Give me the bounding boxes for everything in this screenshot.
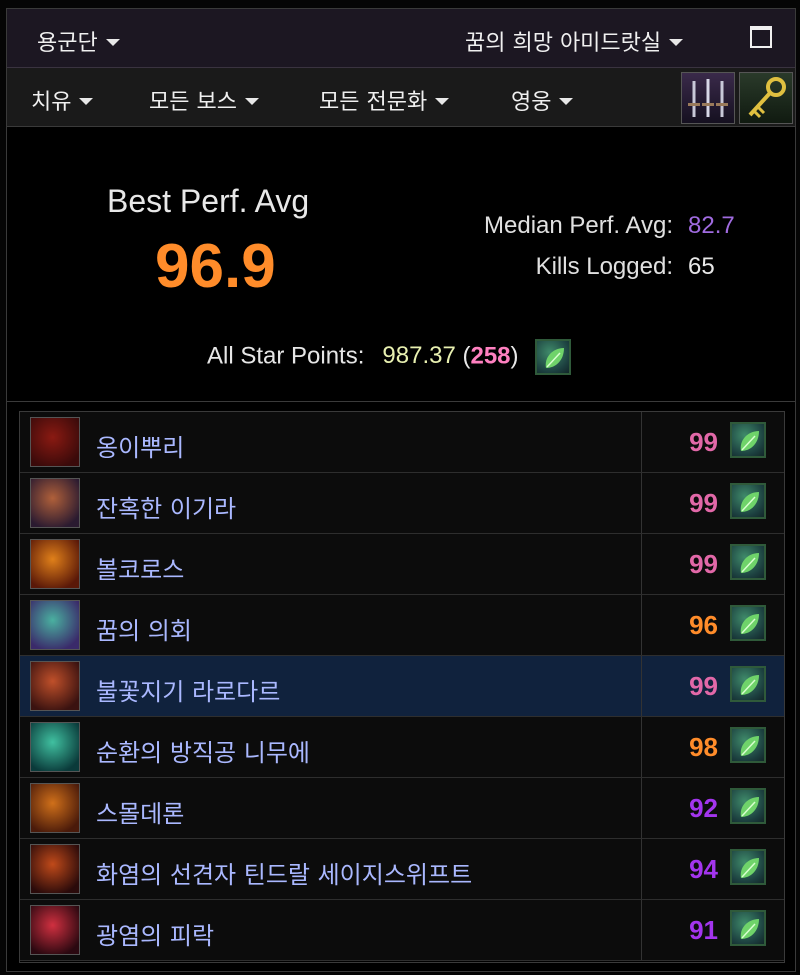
spec-leaf-icon[interactable]: [535, 339, 572, 375]
all-star-points: All Star Points: 987.37 (258): [207, 339, 572, 375]
filter-bar: 치유 모든 보스 모든 전문화 영웅: [7, 68, 795, 127]
spec-leaf-icon[interactable]: [730, 788, 766, 824]
boss-score: 96: [689, 610, 718, 640]
spec-leaf-icon[interactable]: [730, 544, 766, 580]
chevron-down-icon: [244, 98, 259, 105]
boss-row[interactable]: 스몰데론 92: [20, 778, 784, 839]
boss-name[interactable]: 스몰데론: [96, 794, 184, 829]
chevron-down-icon: [559, 98, 574, 105]
boss-portrait-icon: [30, 722, 80, 772]
boss-row[interactable]: 광염의 피락 91: [20, 900, 784, 961]
boss-portrait-icon: [30, 539, 80, 589]
difficulty-dropdown[interactable]: 영웅: [511, 84, 574, 116]
paren-close: ): [510, 342, 519, 370]
boss-portrait-icon: [30, 600, 80, 650]
chevron-down-icon: [669, 39, 684, 46]
boss-rankings-list: 옹이뿌리 99 잔혹한 이기라 99 볼코로스 99 꿈의 의회 96 불꽃지기 라로다르 99 순…: [19, 411, 785, 963]
boss-score: 91: [689, 915, 718, 945]
spec-leaf-icon[interactable]: [730, 483, 766, 519]
column-divider: [641, 839, 642, 899]
key-icon[interactable]: [739, 72, 793, 124]
boss-portrait-icon: [30, 905, 80, 955]
median-perf-label: Median Perf. Avg:: [484, 212, 673, 239]
all-star-points-label: All Star Points:: [207, 342, 365, 370]
boss-name[interactable]: 옹이뿌리: [96, 428, 184, 463]
all-star-points-value: 987.37: [382, 342, 456, 370]
boss-row[interactable]: 볼코로스 99: [20, 534, 784, 595]
boss-row[interactable]: 화염의 선견자 틴드랄 세이지스위프트 94: [20, 839, 784, 900]
boss-portrait-icon: [30, 844, 80, 894]
boss-score: 98: [689, 732, 718, 762]
boss-portrait-icon: [30, 661, 80, 711]
boss-name[interactable]: 순환의 방직공 니무에: [96, 733, 310, 768]
median-perf-value: 82.7: [688, 212, 735, 239]
boss-row[interactable]: 꿈의 의회 96: [20, 595, 784, 656]
spec-leaf-icon[interactable]: [730, 727, 766, 763]
expansion-dropdown-label: 용군단: [37, 31, 98, 56]
boss-dropdown-label: 모든 보스: [149, 90, 237, 115]
boss-score: 99: [689, 427, 718, 457]
performance-summary: Best Perf. Avg 96.9 Median Perf. Avg: 82…: [7, 127, 795, 402]
boss-name[interactable]: 화염의 선견자 틴드랄 세이지스위프트: [96, 855, 472, 890]
spec-leaf-icon[interactable]: [730, 849, 766, 885]
boss-name[interactable]: 광염의 피락: [96, 916, 214, 951]
boss-row[interactable]: 옹이뿌리 99: [20, 412, 784, 473]
spec-dropdown[interactable]: 모든 전문화: [319, 84, 450, 116]
chevron-down-icon: [435, 98, 450, 105]
boss-score: 92: [689, 793, 718, 823]
boss-name[interactable]: 잔혹한 이기라: [96, 489, 236, 524]
role-dropdown-label: 치유: [31, 90, 72, 115]
kills-logged-value: 65: [688, 253, 715, 280]
all-star-rank: 258: [470, 342, 511, 370]
expansion-dropdown[interactable]: 용군단: [37, 25, 120, 57]
best-perf-value: 96.9: [155, 232, 276, 301]
column-divider: [641, 473, 642, 533]
weapons-icon[interactable]: [681, 72, 735, 124]
column-divider: [641, 412, 642, 472]
role-dropdown[interactable]: 치유: [31, 84, 94, 116]
boss-score: 99: [689, 549, 718, 579]
column-divider: [641, 534, 642, 594]
spec-leaf-icon[interactable]: [730, 666, 766, 702]
boss-score: 94: [689, 854, 718, 884]
spec-leaf-icon[interactable]: [730, 605, 766, 641]
kills-logged-label: Kills Logged:: [535, 253, 673, 280]
boss-row[interactable]: 잔혹한 이기라 99: [20, 473, 784, 534]
boss-score: 99: [689, 671, 718, 701]
spec-leaf-icon[interactable]: [730, 422, 766, 458]
spec-leaf-icon[interactable]: [730, 910, 766, 946]
chevron-down-icon: [105, 39, 120, 46]
column-divider: [641, 778, 642, 838]
maximize-icon[interactable]: [750, 26, 772, 48]
boss-name[interactable]: 불꽃지기 라로다르: [96, 672, 280, 707]
boss-row[interactable]: 순환의 방직공 니무에 98: [20, 717, 784, 778]
difficulty-dropdown-label: 영웅: [511, 90, 552, 115]
boss-portrait-icon: [30, 478, 80, 528]
boss-dropdown[interactable]: 모든 보스: [149, 84, 259, 116]
column-divider: [641, 656, 642, 716]
spec-dropdown-label: 모든 전문화: [319, 90, 428, 115]
boss-portrait-icon: [30, 783, 80, 833]
boss-row[interactable]: 불꽃지기 라로다르 99: [20, 656, 784, 717]
raid-dropdown-label: 꿈의 희망 아미드랏실: [465, 31, 662, 56]
boss-name[interactable]: 볼코로스: [96, 550, 184, 585]
boss-score: 99: [689, 488, 718, 518]
raid-dropdown[interactable]: 꿈의 희망 아미드랏실: [465, 25, 684, 57]
chevron-down-icon: [79, 98, 94, 105]
boss-portrait-icon: [30, 417, 80, 467]
best-perf-label: Best Perf. Avg: [107, 183, 310, 219]
column-divider: [641, 595, 642, 655]
column-divider: [641, 717, 642, 777]
column-divider: [641, 900, 642, 960]
boss-name[interactable]: 꿈의 의회: [96, 611, 192, 646]
rankings-panel: 용군단 꿈의 희망 아미드랏실 치유 모든 보스 모든 전문화 영웅 Best …: [6, 8, 796, 972]
top-header: 용군단 꿈의 희망 아미드랏실: [7, 9, 795, 68]
